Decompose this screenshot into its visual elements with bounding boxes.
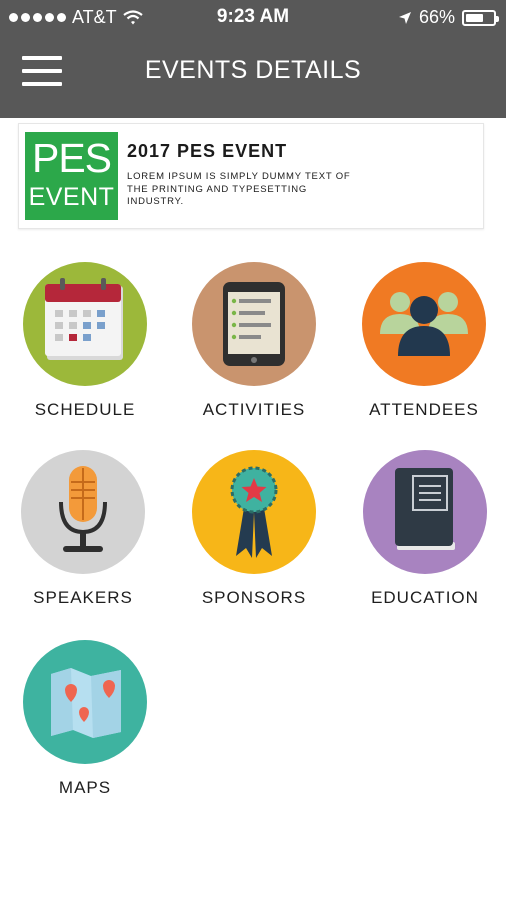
calendar-icon (45, 278, 123, 360)
sponsors-tile[interactable]: SPONSORS (170, 450, 338, 608)
schedule-tile[interactable]: SCHEDULE (1, 262, 169, 420)
award-ribbon-icon (230, 466, 278, 558)
education-label: EDUCATION (371, 588, 479, 607)
speakers-circle (21, 450, 145, 574)
book-icon (395, 468, 455, 550)
microphone-icon (59, 466, 107, 552)
attendees-tile[interactable]: ATTENDEES (340, 262, 506, 420)
event-description: LOREM IPSUM IS SIMPLY DUMMY TEXT OF THE … (127, 171, 351, 207)
schedule-label: SCHEDULE (34, 400, 136, 419)
education-circle (363, 450, 487, 574)
people-icon (380, 292, 468, 356)
event-logo: PES EVENT (25, 132, 118, 220)
page-title: EVENTS DETAILS (144, 56, 362, 84)
activities-tile[interactable]: ACTIVITIES (170, 262, 338, 420)
battery-percent: 66% (418, 7, 455, 27)
tablet-icon (223, 282, 285, 366)
location-arrow-icon (398, 11, 411, 24)
sponsors-label: SPONSORS (201, 588, 307, 607)
education-tile[interactable]: EDUCATION (341, 450, 506, 608)
event-title: 2017 PES EVENT (127, 141, 288, 161)
activities-label: ACTIVITIES (202, 400, 306, 419)
schedule-circle (23, 262, 147, 386)
maps-label: MAPS (58, 778, 112, 797)
app-header: AT&T 9:23 AM 66% EVENTS DETAILS (0, 0, 506, 118)
map-icon (51, 668, 121, 738)
attendees-label: ATTENDEES (369, 400, 479, 419)
activities-circle (192, 262, 316, 386)
status-bar: AT&T 9:23 AM 66% (0, 0, 506, 34)
logo-text-event: EVENT (28, 183, 115, 211)
battery-icon (462, 9, 499, 26)
attendees-circle (362, 262, 486, 386)
maps-circle (23, 640, 147, 764)
maps-tile[interactable]: MAPS (1, 640, 169, 798)
logo-text-pes: PES (31, 135, 112, 181)
speakers-label: SPEAKERS (33, 588, 133, 607)
speakers-tile[interactable]: SPEAKERS (0, 450, 167, 608)
sponsors-circle (192, 450, 316, 574)
event-card[interactable]: PES EVENT 2017 PES EVENT LOREM IPSUM IS … (18, 123, 484, 229)
